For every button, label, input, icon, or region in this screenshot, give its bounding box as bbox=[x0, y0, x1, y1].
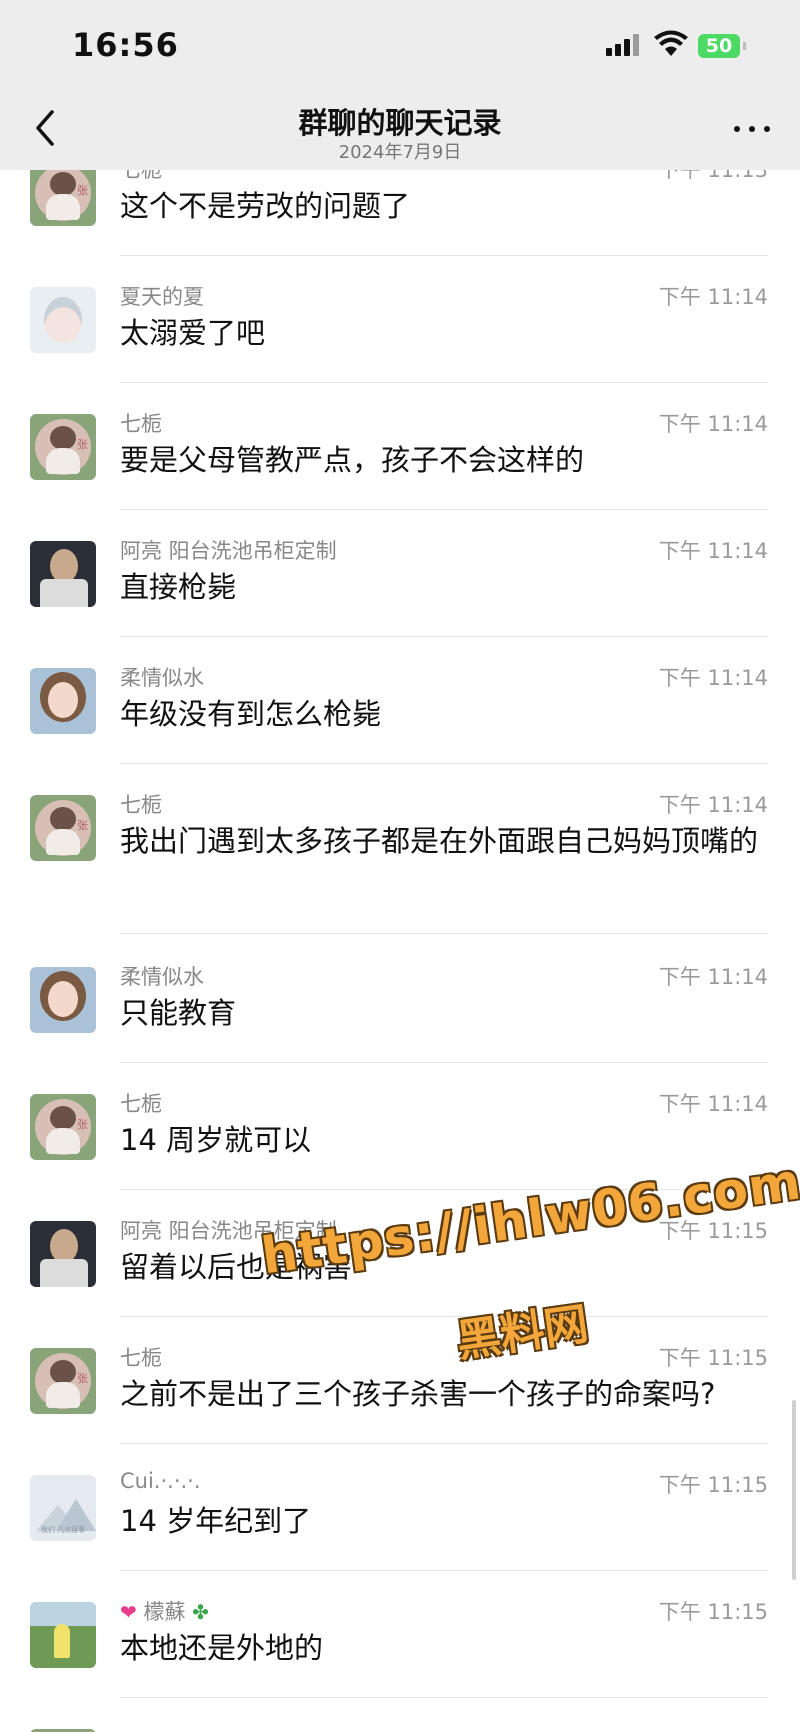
divider bbox=[120, 1570, 768, 1571]
sender-name: 柔情似水 bbox=[120, 666, 204, 690]
sender-name-text: 檬蘇 bbox=[143, 1600, 186, 1624]
scrollbar[interactable] bbox=[792, 1400, 796, 1580]
sender-name: 阿亮 阳台洗池吊柜定制 bbox=[120, 1219, 337, 1243]
nav-bar: 群聊的聊天记录 2024年7月9日 bbox=[0, 90, 800, 170]
avatar[interactable] bbox=[30, 541, 96, 607]
divider bbox=[120, 255, 768, 256]
wifi-icon bbox=[654, 30, 688, 56]
message-time: 下午 11:13 bbox=[658, 170, 768, 182]
sender-name: Cui.·.·.·. bbox=[120, 1469, 201, 1493]
divider bbox=[120, 1062, 768, 1063]
message-time: 下午 11:14 bbox=[658, 965, 768, 989]
avatar[interactable]: 我们 几点接事 bbox=[30, 1475, 96, 1541]
sender-name: 柔情似水 bbox=[120, 965, 204, 989]
page-title: 群聊的聊天记录 bbox=[298, 106, 502, 140]
message-text: 只能教育 bbox=[120, 996, 237, 1030]
message-text: 14 岁年纪到了 bbox=[120, 1504, 312, 1538]
avatar[interactable]: 张 bbox=[30, 170, 96, 226]
heart-icon: ❤ bbox=[120, 1600, 137, 1624]
avatar[interactable]: 张 bbox=[30, 795, 96, 861]
avatar[interactable] bbox=[30, 1221, 96, 1287]
message-time: 下午 11:15 bbox=[658, 1346, 768, 1370]
message-text: 直接枪毙 bbox=[120, 570, 237, 604]
message-time: 下午 11:14 bbox=[658, 285, 768, 309]
divider bbox=[120, 1697, 768, 1698]
sender-name: 七栀 bbox=[120, 1092, 162, 1116]
message-text: 要是父母管教严点，孩子不会这样的 bbox=[120, 443, 585, 477]
message-time: 下午 11:14 bbox=[658, 539, 768, 563]
message-text: 这个不是劳改的问题了 bbox=[120, 189, 411, 223]
divider bbox=[120, 636, 768, 637]
sender-name: 夏天的夏 bbox=[120, 285, 204, 309]
avatar[interactable] bbox=[30, 967, 96, 1033]
divider bbox=[120, 1316, 768, 1317]
clover-icon: ✤ bbox=[192, 1600, 209, 1624]
avatar[interactable]: 张 bbox=[30, 1094, 96, 1160]
message-text: 本地还是外地的 bbox=[120, 1631, 324, 1665]
avatar[interactable]: 张 bbox=[30, 414, 96, 480]
page-subtitle: 2024年7月9日 bbox=[338, 142, 462, 163]
divider bbox=[120, 1189, 768, 1190]
avatar[interactable] bbox=[30, 1602, 96, 1668]
message-text: 14 周岁就可以 bbox=[120, 1123, 312, 1157]
sender-name: 七栀 bbox=[120, 170, 162, 182]
divider bbox=[120, 382, 768, 383]
message-text: 我出门遇到太多孩子都是在外面跟自己妈妈顶嘴的 bbox=[120, 824, 759, 858]
message-time: 下午 11:14 bbox=[658, 666, 768, 690]
sender-name: 七栀 bbox=[120, 793, 162, 817]
sender-name: 七栀 bbox=[120, 412, 162, 436]
more-icon[interactable] bbox=[732, 114, 772, 144]
message-text: 年级没有到怎么枪毙 bbox=[120, 697, 382, 731]
message-time: 下午 11:14 bbox=[658, 412, 768, 436]
battery-level: 50 bbox=[705, 35, 733, 57]
message-time: 下午 11:14 bbox=[658, 793, 768, 817]
status-time: 16:56 bbox=[72, 26, 179, 64]
status-bar: 16:56 50 bbox=[0, 0, 800, 90]
message-list[interactable]: 张 七栀 下午 11:13 这个不是劳改的问题了 夏天的夏 下午 11:14 太… bbox=[0, 170, 800, 1732]
message-time: 下午 11:15 bbox=[658, 1473, 768, 1497]
sender-name: 七栀 bbox=[120, 1346, 162, 1370]
message-time: 下午 11:15 bbox=[658, 1219, 768, 1243]
signal-icon bbox=[606, 34, 642, 56]
message-text: 之前不是出了三个孩子杀害一个孩子的命案吗? bbox=[120, 1377, 716, 1411]
message-time: 下午 11:15 bbox=[658, 1600, 768, 1624]
message-time: 下午 11:14 bbox=[658, 1092, 768, 1116]
battery-icon: 50 bbox=[698, 34, 746, 58]
avatar[interactable]: 张 bbox=[30, 1348, 96, 1414]
message-text: 留着以后也是祸害 bbox=[120, 1250, 353, 1284]
divider bbox=[120, 763, 768, 764]
divider bbox=[120, 1443, 768, 1444]
sender-name: 阿亮 阳台洗池吊柜定制 bbox=[120, 539, 337, 563]
avatar[interactable] bbox=[30, 287, 96, 353]
divider bbox=[120, 933, 768, 934]
sender-name: ❤ 檬蘇 ✤ bbox=[120, 1596, 209, 1626]
avatar[interactable] bbox=[30, 668, 96, 734]
message-text: 太溺爱了吧 bbox=[120, 316, 266, 350]
divider bbox=[120, 509, 768, 510]
